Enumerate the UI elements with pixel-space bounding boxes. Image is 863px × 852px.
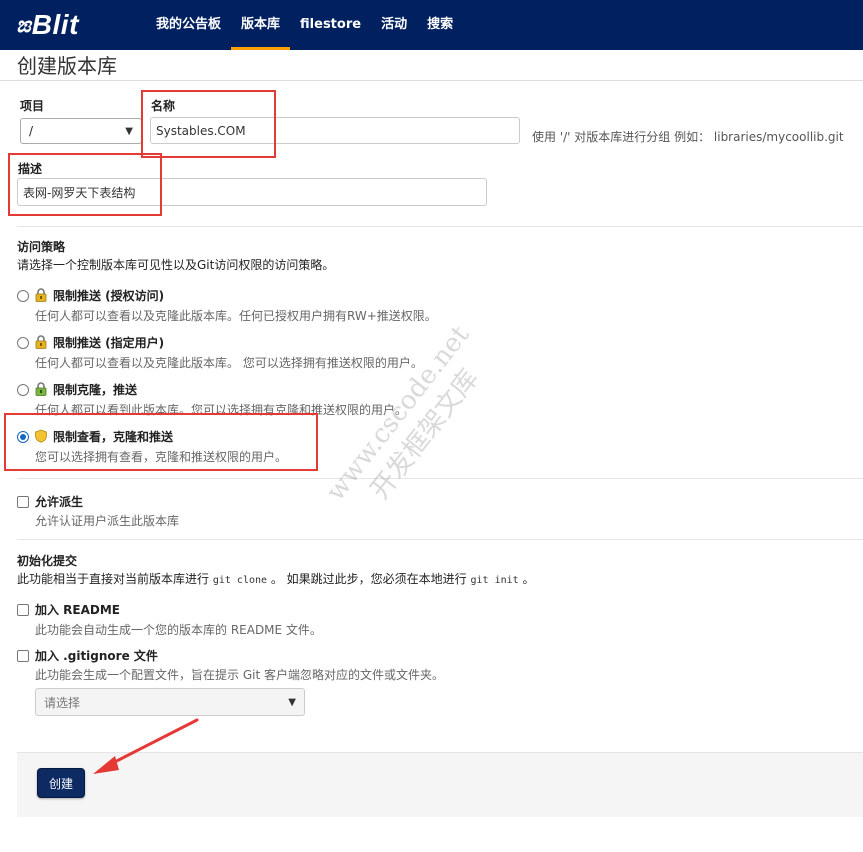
git-clone-command: git clone: [212, 575, 268, 586]
access-option-desc: 任何人都可以查看以及克隆此版本库。 您可以选择拥有推送权限的用户。: [35, 356, 423, 370]
git-init-command: git init: [470, 575, 519, 586]
access-option-label: 限制推送 (授权访问): [53, 289, 165, 303]
annotation-box-access-policy: [4, 413, 318, 471]
initial-commit-desc-mid: 。 如果跳过此步，您必须在本地进行: [270, 572, 467, 586]
access-radio-clone-push[interactable]: [17, 384, 29, 396]
section-divider: [17, 226, 863, 227]
nav-item-dashboard[interactable]: 我的公告板: [146, 0, 231, 50]
access-option-label: 限制克隆，推送: [53, 383, 138, 397]
access-policy-title: 访问策略: [17, 240, 66, 254]
gitignore-select-value: 请选择: [44, 695, 81, 710]
nav-item-repositories[interactable]: 版本库: [231, 0, 291, 50]
chevron-down-icon: ▼: [288, 696, 296, 708]
chevron-down-icon: ▼: [125, 125, 133, 137]
access-radio-authenticated-push[interactable]: [17, 290, 29, 302]
add-readme-checkbox[interactable]: [17, 604, 29, 616]
allow-fork-desc: 允许认证用户派生此版本库: [35, 514, 180, 528]
nav-item-search[interactable]: 搜索: [417, 0, 463, 50]
add-readme-desc: 此功能会自动生成一个您的版本库的 README 文件。: [35, 623, 322, 637]
logo-mark: ಙ: [16, 12, 31, 38]
annotation-box-name: [141, 90, 276, 158]
allow-fork-checkbox[interactable]: [17, 496, 29, 508]
page-title: 创建版本库: [17, 54, 117, 78]
lock-icon: [35, 288, 47, 302]
logo-text: Blit: [31, 9, 79, 40]
add-gitignore-desc: 此功能会生成一个配置文件，旨在提示 Git 客户端忽略对应的文件或文件夹。: [35, 668, 444, 682]
title-divider: [0, 80, 863, 81]
watermark: www.cscode.net 开发框架文库: [319, 319, 504, 529]
lock-icon: [35, 335, 47, 349]
add-gitignore-label: 加入 .gitignore 文件: [35, 649, 158, 663]
project-select[interactable]: / ▼: [20, 118, 142, 144]
initial-commit-desc: 此功能相当于直接对当前版本库进行 git clone 。 如果跳过此步，您必须在…: [17, 570, 535, 587]
nav-item-filestore[interactable]: filestore: [290, 0, 371, 50]
access-option-desc: 任何人都可以查看以及克隆此版本库。任何已授权用户拥有RW+推送权限。: [35, 309, 437, 323]
initial-commit-desc-post: 。: [522, 572, 535, 586]
allow-fork-label: 允许派生: [35, 495, 84, 509]
lock-icon: [35, 382, 47, 396]
access-radio-named-push[interactable]: [17, 337, 29, 349]
gitblit-logo[interactable]: ಙ Blit: [16, 8, 79, 42]
name-help-text: 使用 '/' 对版本库进行分组 例如： libraries/mycoollib.…: [532, 130, 844, 144]
annotation-arrow-icon: [93, 718, 199, 774]
section-divider: [17, 539, 863, 540]
project-label: 项目: [20, 99, 45, 113]
access-option-label: 限制推送 (指定用户): [53, 336, 165, 350]
access-policy-desc: 请选择一个控制版本库可见性以及Git访问权限的访问策略。: [17, 258, 335, 272]
add-readme-label: 加入 README: [35, 603, 121, 617]
top-navbar: ಙ Blit 我的公告板 版本库 filestore 活动 搜索: [0, 0, 863, 50]
section-divider: [17, 478, 863, 479]
project-select-value: /: [29, 124, 34, 138]
add-gitignore-checkbox[interactable]: [17, 650, 29, 662]
nav-item-activity[interactable]: 活动: [371, 0, 417, 50]
create-button[interactable]: 创建: [37, 768, 85, 798]
initial-commit-desc-pre: 此功能相当于直接对当前版本库进行: [17, 572, 210, 586]
annotation-box-description: [8, 153, 162, 216]
initial-commit-title: 初始化提交: [17, 554, 78, 568]
nav-menu: 我的公告板 版本库 filestore 活动 搜索: [146, 0, 463, 50]
